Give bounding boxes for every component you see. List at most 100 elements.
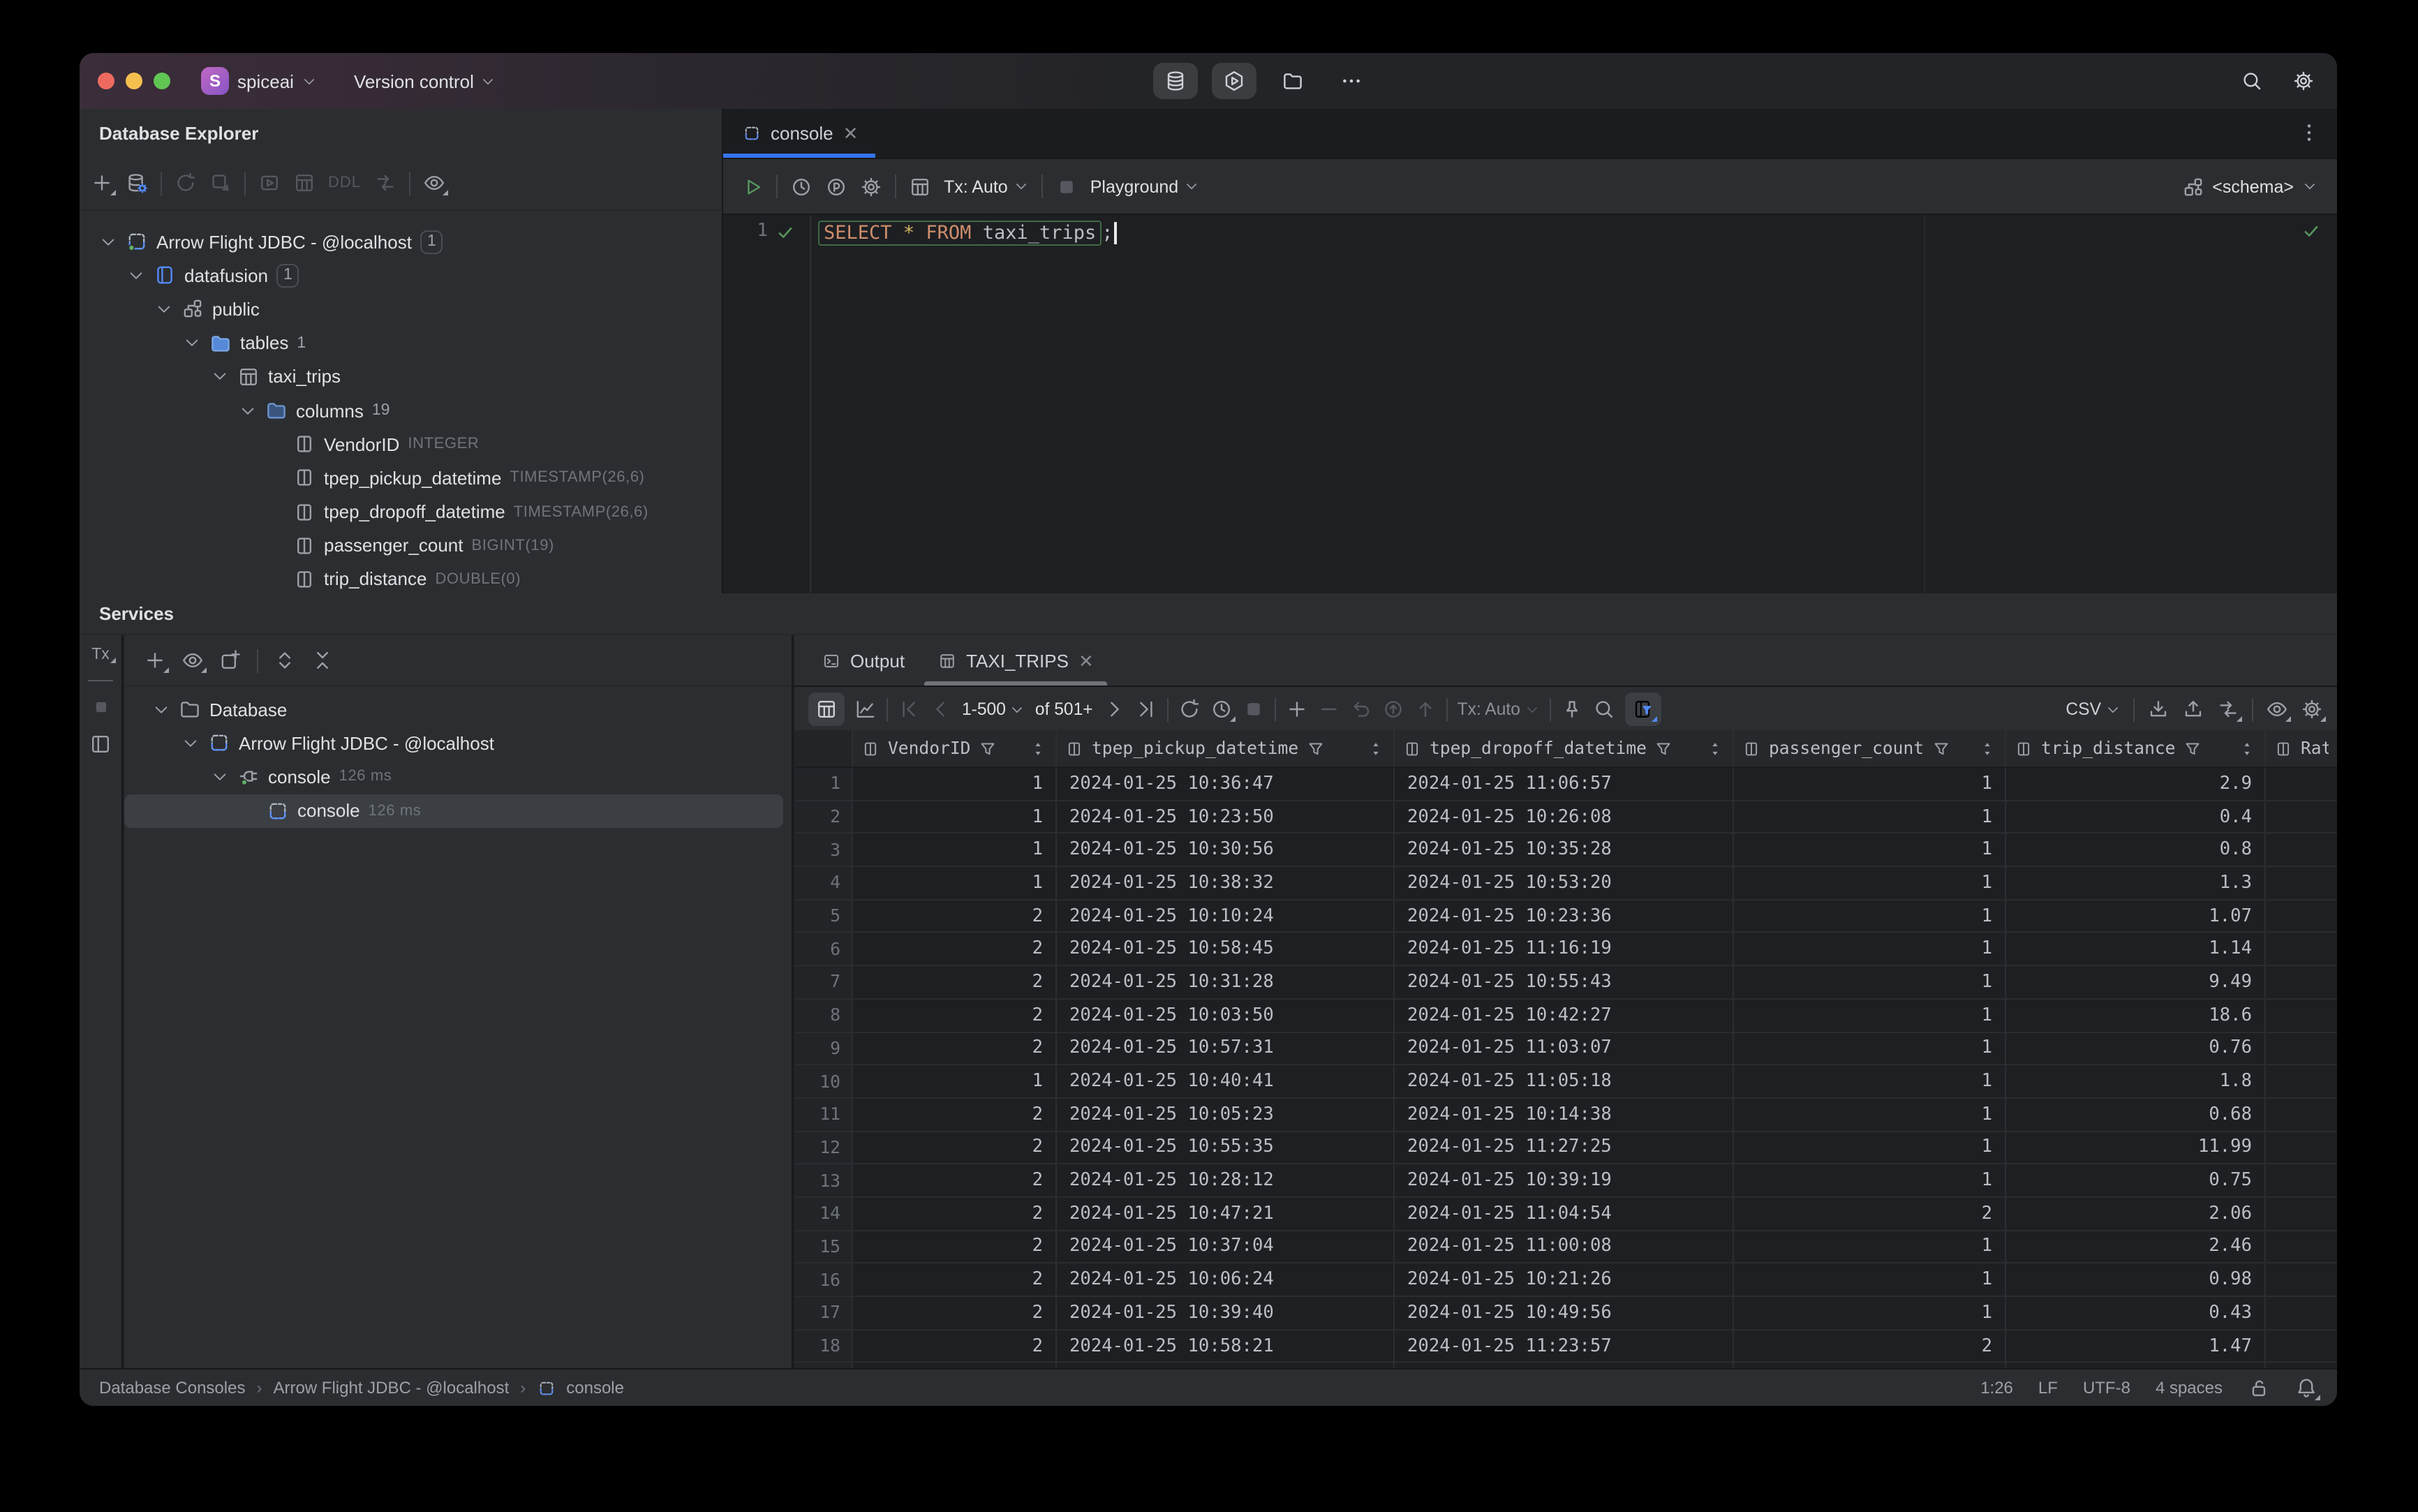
chevron-expanded-icon[interactable] bbox=[183, 334, 201, 352]
import-data-button[interactable] bbox=[2182, 698, 2204, 720]
cell-tpep_dropoff_datetime[interactable]: 2024-01-25 10:35:28 bbox=[1395, 833, 1734, 866]
cell-tpep_pickup_datetime[interactable]: 2024-01-25 10:58:45 bbox=[1057, 933, 1395, 965]
cell-trip_distance[interactable]: 11.99 bbox=[2006, 1132, 2266, 1164]
row-number[interactable]: 12 bbox=[794, 1132, 853, 1164]
table-row[interactable]: 12 2 2024-01-25 10:55:35 2024-01-25 11:27:2… bbox=[794, 1132, 2337, 1165]
column-header-tpep_pickup_datetime[interactable]: tpep_pickup_datetime bbox=[1057, 730, 1395, 766]
cell-tpep_pickup_datetime[interactable]: 2024-01-25 10:36:47 bbox=[1057, 768, 1395, 800]
column-header-Rate[interactable]: Rate bbox=[2266, 730, 2337, 766]
cell-passenger_count[interactable]: 1 bbox=[1734, 801, 2006, 833]
row-number[interactable]: 9 bbox=[794, 1032, 853, 1065]
cell-VendorID[interactable]: 2 bbox=[853, 1132, 1057, 1164]
cell-passenger_count[interactable]: 1 bbox=[1734, 1231, 2006, 1263]
cell-passenger_count[interactable]: 1 bbox=[1734, 1065, 2006, 1097]
cell-VendorID[interactable]: 1 bbox=[853, 1363, 1057, 1368]
cell-trip_distance[interactable]: 9.49 bbox=[2006, 966, 2266, 998]
previous-page-button[interactable] bbox=[930, 698, 952, 720]
project-structure-button[interactable] bbox=[1270, 63, 1315, 99]
cell-VendorID[interactable]: 1 bbox=[853, 1065, 1057, 1097]
data-grid[interactable]: VendorID tpep_pickup_datetime tpep_dropoff… bbox=[794, 730, 2337, 1368]
table-row[interactable]: 1912024-01-25 10:02:082024-01-25 10:25:1… bbox=[794, 1363, 2337, 1368]
stop-process-icon[interactable] bbox=[91, 698, 110, 716]
table-row[interactable]: 2 1 2024-01-25 10:23:50 2024-01-25 10:26:08… bbox=[794, 801, 2337, 834]
add-to-sections-button[interactable] bbox=[219, 649, 242, 672]
grid-settings-button[interactable] bbox=[2301, 698, 2326, 722]
find-in-grid-button[interactable] bbox=[1593, 698, 1615, 720]
grid-corner-cell[interactable] bbox=[794, 730, 853, 766]
cell-tpep_pickup_datetime[interactable]: 2024-01-25 10:57:31 bbox=[1057, 1032, 1395, 1065]
table-row[interactable]: 3 1 2024-01-25 10:30:56 2024-01-25 10:35:28… bbox=[794, 833, 2337, 868]
cell-tpep_dropoff_datetime[interactable]: 2024-01-25 11:03:07 bbox=[1395, 1032, 1734, 1065]
add-service-button[interactable] bbox=[144, 649, 169, 673]
cell-Rate[interactable] bbox=[2266, 834, 2337, 866]
rollback-button[interactable] bbox=[1382, 698, 1404, 720]
cell-trip_distance[interactable]: 2.46 bbox=[2006, 1231, 2266, 1263]
row-number[interactable]: 18 bbox=[794, 1330, 853, 1362]
cell-trip_distance[interactable]: 1.14 bbox=[2006, 933, 2266, 965]
cell-Rate[interactable] bbox=[2266, 1198, 2337, 1229]
stop-button[interactable] bbox=[1055, 175, 1078, 198]
table-row[interactable]: 14 2 2024-01-25 10:47:21 2024-01-25 11:04:5… bbox=[794, 1197, 2337, 1231]
cell-passenger_count[interactable]: 1 bbox=[1734, 1263, 2006, 1296]
cell-VendorID[interactable]: 2 bbox=[853, 1263, 1057, 1296]
row-number[interactable]: 3 bbox=[794, 833, 853, 866]
cell-tpep_dropoff_datetime[interactable]: 2024-01-25 10:55:43 bbox=[1395, 966, 1734, 998]
export-data-button[interactable] bbox=[2147, 698, 2169, 720]
row-number[interactable]: 15 bbox=[794, 1231, 853, 1263]
sql-line[interactable]: SELECT * FROM taxi_trips; bbox=[818, 218, 1117, 249]
tree-item[interactable]: Database bbox=[124, 692, 792, 726]
playground-selector[interactable]: Playground bbox=[1090, 177, 1200, 196]
cell-passenger_count[interactable]: 1 bbox=[1734, 933, 2006, 965]
cell-trip_distance[interactable]: 0.75 bbox=[2006, 1164, 2266, 1196]
search-everywhere-button[interactable] bbox=[2241, 70, 2263, 92]
more-actions-button[interactable] bbox=[1329, 63, 1374, 99]
next-page-button[interactable] bbox=[1103, 698, 1125, 720]
row-number[interactable]: 19 bbox=[794, 1363, 853, 1368]
tree-item[interactable]: Arrow Flight JDBC - @localhost 1 bbox=[80, 225, 722, 258]
cell-Rate[interactable] bbox=[2266, 1000, 2337, 1031]
project-selector[interactable]: S spiceai bbox=[201, 67, 318, 95]
tree-item[interactable]: taxi_trips bbox=[80, 360, 722, 394]
close-window-button[interactable] bbox=[98, 73, 114, 89]
add-row-button[interactable] bbox=[1286, 698, 1308, 720]
query-history-button[interactable] bbox=[1210, 698, 1236, 722]
indent-setting[interactable]: 4 spaces bbox=[2156, 1378, 2223, 1398]
reload-data-button[interactable] bbox=[1178, 698, 1201, 720]
cell-VendorID[interactable]: 2 bbox=[853, 966, 1057, 998]
cell-trip_distance[interactable]: 1.07 bbox=[2006, 900, 2266, 932]
cell-Rate[interactable] bbox=[2266, 1065, 2337, 1097]
cell-trip_distance[interactable]: 0.8 bbox=[2006, 833, 2266, 866]
cell-trip_distance[interactable]: 1.8 bbox=[2006, 1065, 2266, 1097]
cell-tpep_pickup_datetime[interactable]: 2024-01-25 10:31:28 bbox=[1057, 966, 1395, 998]
tree-item[interactable]: columns 19 bbox=[80, 394, 722, 427]
table-row[interactable]: 6 2 2024-01-25 10:58:45 2024-01-25 11:16:19… bbox=[794, 933, 2337, 967]
encoding[interactable]: UTF-8 bbox=[2083, 1378, 2130, 1398]
console-settings-button[interactable] bbox=[860, 175, 882, 198]
row-number[interactable]: 2 bbox=[794, 801, 853, 833]
cell-Rate[interactable] bbox=[2266, 801, 2337, 832]
cell-tpep_pickup_datetime[interactable]: 2024-01-25 10:03:50 bbox=[1057, 999, 1395, 1031]
tx-mode-selector[interactable]: Tx: Auto bbox=[944, 177, 1029, 196]
row-number[interactable]: 14 bbox=[794, 1197, 853, 1230]
export-format-selector[interactable]: CSV bbox=[2065, 699, 2121, 719]
cell-passenger_count[interactable]: 1 bbox=[1734, 1297, 2006, 1329]
submit-button[interactable] bbox=[1414, 698, 1437, 720]
sort-icon[interactable] bbox=[1367, 739, 1385, 757]
chevron-expanded-icon[interactable] bbox=[99, 232, 117, 251]
cell-VendorID[interactable]: 1 bbox=[853, 768, 1057, 800]
breadcrumb-item[interactable]: console bbox=[566, 1378, 624, 1398]
cell-Rate[interactable] bbox=[2266, 933, 2337, 965]
column-header-VendorID[interactable]: VendorID bbox=[853, 730, 1057, 766]
cell-Rate[interactable] bbox=[2266, 1330, 2337, 1361]
tree-item[interactable]: datafusion 1 bbox=[80, 258, 722, 292]
compare-data-button[interactable] bbox=[2217, 698, 2242, 722]
cell-tpep_dropoff_datetime[interactable]: 2024-01-25 10:42:27 bbox=[1395, 999, 1734, 1031]
cell-tpep_pickup_datetime[interactable]: 2024-01-25 10:05:23 bbox=[1057, 1098, 1395, 1131]
stop-query-button[interactable] bbox=[1243, 698, 1265, 720]
chart-view-button[interactable] bbox=[854, 698, 877, 720]
parameters-button[interactable] bbox=[825, 175, 847, 198]
settings-button[interactable] bbox=[2292, 70, 2315, 92]
revert-button[interactable] bbox=[1350, 698, 1372, 720]
cell-tpep_dropoff_datetime[interactable]: 2024-01-25 11:16:19 bbox=[1395, 933, 1734, 965]
close-tab-icon[interactable]: ✕ bbox=[843, 124, 859, 142]
